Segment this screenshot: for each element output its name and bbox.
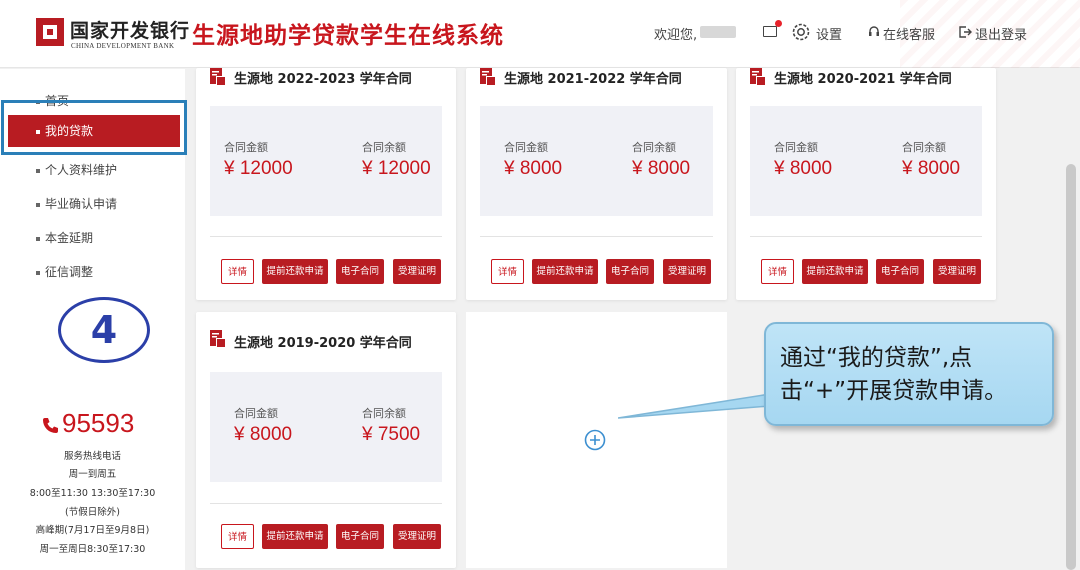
username-redacted xyxy=(700,26,736,38)
hotline-number: 95593 xyxy=(62,408,135,438)
amount-value: ¥ 8000 xyxy=(234,424,293,445)
phone-icon xyxy=(43,418,58,433)
amount-label: 合同金额 xyxy=(774,141,818,154)
acceptance-proof-button[interactable]: 受理证明 xyxy=(663,259,711,284)
settings-link[interactable]: 设置 xyxy=(816,24,842,43)
info-line: 服务热线电话 xyxy=(63,451,121,462)
amount-value: ¥ 8000 xyxy=(504,158,563,179)
bullet-icon xyxy=(36,270,40,275)
details-button[interactable]: 详情 xyxy=(491,259,524,284)
logout-icon[interactable] xyxy=(958,25,972,39)
amount-label: 合同金额 xyxy=(504,141,548,154)
acceptance-proof-button[interactable]: 受理证明 xyxy=(933,259,981,284)
callout-line-1: 通过“我的贷款”,点 xyxy=(780,345,973,371)
sidebar-item-credit-adjust[interactable]: 征信调整 xyxy=(36,263,93,280)
amount-label: 合同金额 xyxy=(224,141,268,154)
early-repay-button[interactable]: 提前还款申请 xyxy=(532,259,598,284)
info-line: 高峰期(7月17日至9月8日) xyxy=(35,525,150,536)
info-line: 周一到周五 xyxy=(68,469,117,480)
bank-logo-icon xyxy=(36,18,64,46)
bank-name-en: CHINA DEVELOPMENT BANK xyxy=(71,42,175,50)
e-contract-button[interactable]: 电子合同 xyxy=(336,259,384,284)
callout-text: 通过“我的贷款”,点 击“+”开展贷款申请。 xyxy=(780,342,1045,408)
e-contract-button[interactable]: 电子合同 xyxy=(606,259,654,284)
e-contract-button[interactable]: 电子合同 xyxy=(336,524,384,549)
contract-title: 生源地 2022-2023 学年合同 xyxy=(234,72,412,87)
contract-title: 生源地 2020-2021 学年合同 xyxy=(774,72,952,87)
contract-amounts: 合同金额 ¥ 8000 合同余额 ¥ 8000 xyxy=(480,106,713,216)
bullet-icon xyxy=(36,236,40,241)
contract-icon xyxy=(480,68,495,85)
details-button[interactable]: 详情 xyxy=(221,524,254,549)
amount-value: ¥ 12000 xyxy=(224,158,293,179)
contract-amounts: 合同金额 ¥ 12000 合同余额 ¥ 12000 xyxy=(210,106,442,216)
top-header: 国家开发银行 CHINA DEVELOPMENT BANK 生源地助学贷款学生在… xyxy=(0,0,1080,68)
divider xyxy=(750,236,982,237)
early-repay-button[interactable]: 提前还款申请 xyxy=(802,259,868,284)
scrollbar[interactable] xyxy=(1066,164,1076,570)
contract-icon xyxy=(750,68,765,85)
contract-icon xyxy=(210,330,225,347)
callout-pointer xyxy=(618,393,770,419)
amount-label: 合同金额 xyxy=(234,407,278,420)
balance-label: 合同余额 xyxy=(362,407,406,420)
acceptance-proof-button[interactable]: 受理证明 xyxy=(393,524,441,549)
amount-value: ¥ 8000 xyxy=(774,158,833,179)
contract-amounts: 合同金额 ¥ 8000 合同余额 ¥ 7500 xyxy=(210,372,442,482)
balance-label: 合同余额 xyxy=(632,141,676,154)
step-number-badge: 4 xyxy=(58,297,150,363)
bullet-icon xyxy=(36,202,40,207)
headset-icon[interactable] xyxy=(868,25,880,39)
contract-amounts: 合同金额 ¥ 8000 合同余额 ¥ 8000 xyxy=(750,106,982,216)
contract-icon xyxy=(210,68,225,85)
sidebar-item-profile[interactable]: 个人资料维护 xyxy=(36,161,117,178)
sidebar-item-my-loans[interactable]: 我的贷款 xyxy=(8,115,180,147)
online-service-link[interactable]: 在线客服 xyxy=(883,24,935,43)
sidebar-item-label: 我的贷款 xyxy=(45,124,94,138)
sidebar-item-label: 本金延期 xyxy=(45,231,94,245)
instruction-callout: 通过“我的贷款”,点 击“+”开展贷款申请。 xyxy=(764,322,1054,426)
mail-icon[interactable] xyxy=(763,20,782,37)
bullet-icon xyxy=(36,168,40,173)
early-repay-button[interactable]: 提前还款申请 xyxy=(262,259,328,284)
bullet-icon xyxy=(36,129,40,134)
info-line: (节假日除外) xyxy=(65,507,120,518)
info-line: 周一至周日8:30至17:30 xyxy=(39,544,146,555)
balance-label: 合同余额 xyxy=(902,141,946,154)
logout-link[interactable]: 退出登录 xyxy=(975,24,1027,43)
divider xyxy=(480,236,713,237)
contract-title: 生源地 2019-2020 学年合同 xyxy=(234,336,412,351)
sidebar-item-label: 个人资料维护 xyxy=(45,163,118,177)
divider xyxy=(210,236,442,237)
balance-label: 合同余额 xyxy=(362,141,406,154)
bank-name-cn: 国家开发银行 xyxy=(70,20,191,42)
sidebar-item-principal-deferral[interactable]: 本金延期 xyxy=(36,229,93,246)
info-line: 8:00至11:30 13:30至17:30 xyxy=(29,488,156,499)
plus-icon[interactable] xyxy=(584,429,606,451)
gear-icon[interactable] xyxy=(790,21,812,43)
details-button[interactable]: 详情 xyxy=(221,259,254,284)
sidebar-item-graduation[interactable]: 毕业确认申请 xyxy=(36,195,117,212)
system-title: 生源地助学贷款学生在线系统 xyxy=(192,23,504,49)
balance-value: ¥ 8000 xyxy=(902,158,961,179)
contract-card: 生源地 2021-2022 学年合同 合同金额 ¥ 8000 合同余额 ¥ 80… xyxy=(466,68,727,300)
contract-card: 生源地 2020-2021 学年合同 合同金额 ¥ 8000 合同余额 ¥ 80… xyxy=(736,68,996,300)
divider xyxy=(210,503,442,504)
welcome-text: 欢迎您, xyxy=(654,28,698,43)
e-contract-button[interactable]: 电子合同 xyxy=(876,259,924,284)
contract-card: 生源地 2019-2020 学年合同 合同金额 ¥ 8000 合同余额 ¥ 75… xyxy=(196,312,456,568)
balance-value: ¥ 7500 xyxy=(362,424,421,445)
early-repay-button[interactable]: 提前还款申请 xyxy=(262,524,328,549)
sidebar-item-label: 征信调整 xyxy=(45,265,94,279)
acceptance-proof-button[interactable]: 受理证明 xyxy=(393,259,441,284)
contract-title: 生源地 2021-2022 学年合同 xyxy=(504,72,682,87)
details-button[interactable]: 详情 xyxy=(761,259,794,284)
sidebar-item-label: 毕业确认申请 xyxy=(45,197,118,211)
contract-card: 生源地 2022-2023 学年合同 合同金额 ¥ 12000 合同余额 ¥ 1… xyxy=(196,68,456,300)
balance-value: ¥ 8000 xyxy=(632,158,691,179)
callout-line-2: 击“+”开展贷款申请。 xyxy=(780,378,1008,404)
balance-value: ¥ 12000 xyxy=(362,158,431,179)
